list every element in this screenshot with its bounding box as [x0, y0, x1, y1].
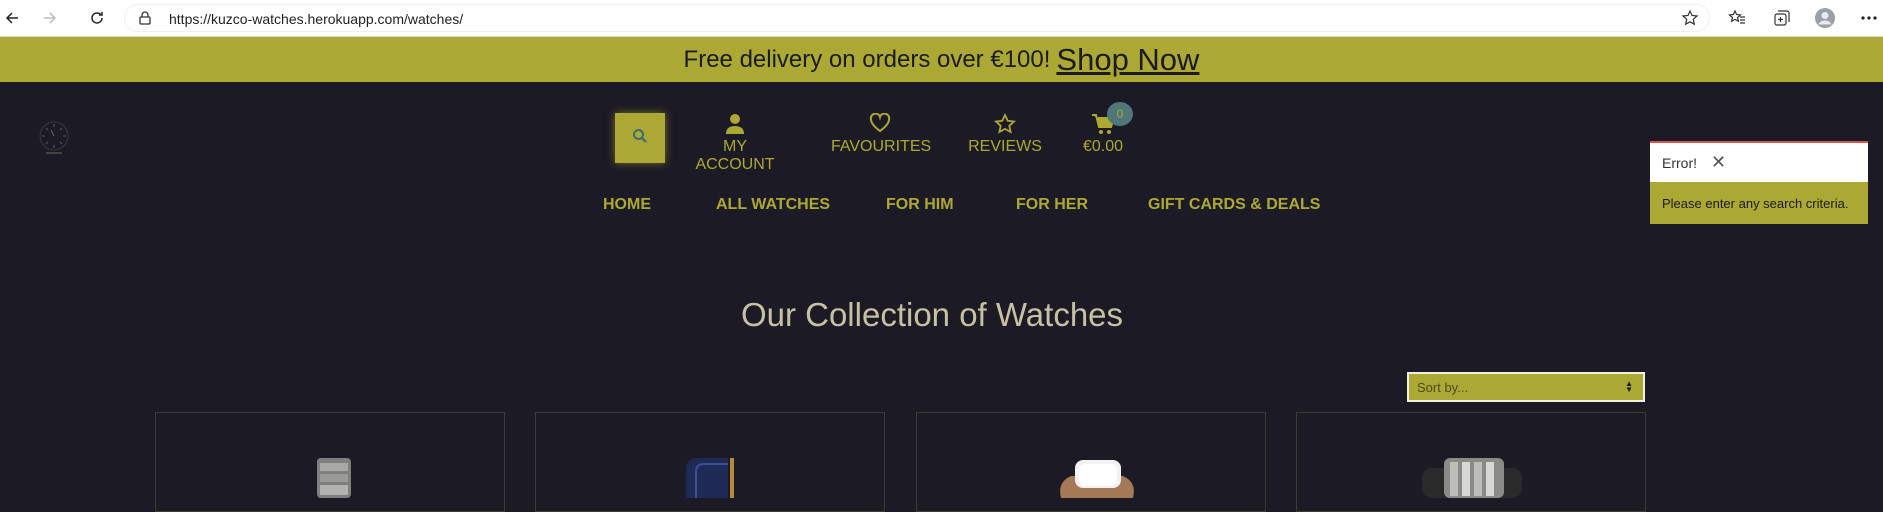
star-icon [968, 113, 1042, 135]
lock-icon [139, 11, 151, 30]
error-toast: Error! ✕ Please enter any search criteri… [1650, 141, 1868, 224]
product-card[interactable] [1296, 412, 1646, 512]
nav-home[interactable]: HOME [603, 196, 651, 214]
forward-icon[interactable] [38, 6, 62, 30]
toast-header: Error! ✕ [1650, 143, 1868, 182]
nav-for-him[interactable]: FOR HIM [886, 196, 954, 214]
steel-watch-image [311, 458, 357, 503]
search-icon [632, 128, 648, 149]
close-icon[interactable]: ✕ [1711, 152, 1726, 173]
product-card[interactable] [916, 412, 1266, 512]
delivery-banner: Free delivery on orders over €100! Shop … [0, 37, 1883, 82]
favorites-icon[interactable] [1725, 6, 1749, 30]
browser-toolbar: https://kuzco-watches.herokuapp.com/watc… [0, 0, 1883, 37]
my-account-label: MY ACCOUNT [695, 138, 775, 173]
product-card[interactable] [155, 412, 505, 512]
my-account-link[interactable]: MY ACCOUNT [682, 113, 788, 174]
favourites-label: FAVOURITES [831, 138, 932, 155]
toast-title: Error! [1662, 154, 1697, 171]
white-strap-watch-image [1057, 458, 1137, 503]
sort-placeholder: Sort by... [1417, 379, 1469, 395]
user-icon [682, 113, 788, 135]
sort-select[interactable]: Sort by... ▲ ▼ [1407, 372, 1645, 402]
cart-count-badge: 0 [1107, 102, 1133, 126]
collections-icon[interactable] [1770, 6, 1794, 30]
cart-total: €0.00 [1082, 138, 1124, 155]
heart-icon [831, 113, 928, 135]
product-card[interactable] [535, 412, 885, 512]
toast-message: Please enter any search criteria. [1650, 182, 1868, 224]
reviews-label: REVIEWS [968, 138, 1042, 155]
favourites-link[interactable]: FAVOURITES [831, 113, 932, 156]
banner-text: Free delivery on orders over €100! [683, 45, 1051, 73]
search-button[interactable] [615, 113, 665, 163]
back-icon[interactable] [0, 6, 24, 30]
shop-now-link[interactable]: Shop Now [1056, 42, 1199, 78]
nav-gift-cards-deals[interactable]: GIFT CARDS & DEALS [1148, 196, 1320, 214]
reviews-link[interactable]: REVIEWS [968, 113, 1042, 156]
reload-icon[interactable] [85, 6, 109, 30]
blue-strap-watch-image [676, 458, 742, 503]
more-icon[interactable] [1857, 6, 1881, 30]
profile-icon[interactable] [1813, 6, 1837, 30]
two-tone-watch-image [1422, 458, 1522, 503]
page-title: Our Collection of Watches [740, 296, 1124, 333]
site-logo[interactable] [34, 118, 74, 158]
nav-for-her[interactable]: FOR HER [1016, 196, 1088, 214]
nav-all-watches[interactable]: ALL WATCHES [716, 196, 830, 214]
select-arrows-icon: ▲ ▼ [1625, 379, 1633, 394]
address-bar[interactable]: https://kuzco-watches.herokuapp.com/watc… [124, 4, 1710, 32]
favorite-add-icon[interactable] [1681, 9, 1699, 32]
url-text: https://kuzco-watches.herokuapp.com/watc… [169, 11, 464, 27]
